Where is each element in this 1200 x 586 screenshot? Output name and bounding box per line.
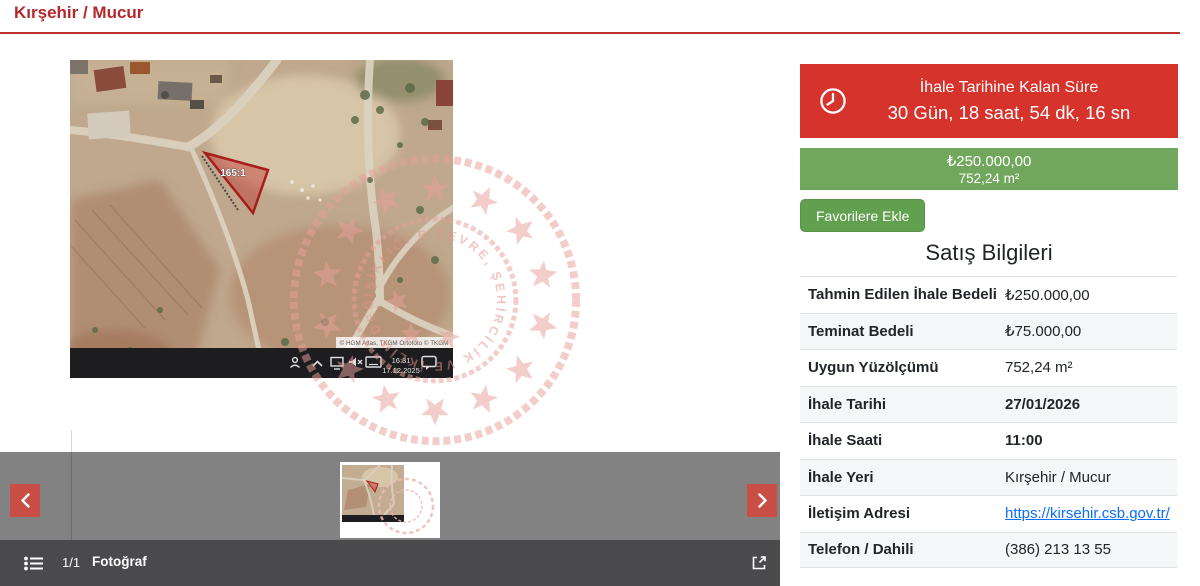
taskbar-date: 17.12.2025	[382, 366, 420, 375]
sale-info-heading: Satış Bilgileri	[925, 240, 1053, 265]
row-label: Uygun Yüzölçümü	[808, 359, 939, 377]
countdown-title: İhale Tarihine Kalan Süre	[919, 78, 1099, 96]
aerial-photo: 165:1 © HGM Atlas, TKGM Ortofoto © TKGM …	[55, 55, 457, 390]
photo-counter: 1/1	[62, 555, 81, 570]
countdown-banner: İhale Tarihine Kalan Süre 30 Gün, 18 saa…	[800, 64, 1178, 138]
row-value: 27/01/2026	[1005, 395, 1081, 413]
clock-icon	[820, 88, 846, 114]
page-title: Kırşehir / Mucur	[14, 3, 144, 22]
table-row: Tahmin Edilen İhale Bedeli ₺250.000,00	[800, 276, 1177, 313]
row-label: Tahmin Edilen İhale Bedeli	[808, 286, 997, 304]
gallery-toolbar: 1/1 Fotoğraf	[0, 540, 780, 586]
photo-type-label: Fotoğraf	[92, 554, 147, 569]
row-label: İhale Saati	[808, 432, 883, 450]
gallery-main-photo[interactable]: 165:1 © HGM Atlas, TKGM Ortofoto © TKGM …	[55, 55, 457, 390]
thumbnail-image	[340, 462, 440, 538]
table-row: İhale Tarihi 27/01/2026	[800, 385, 1177, 422]
thumbnail-list-icon[interactable]	[24, 556, 44, 571]
row-value: (386) 213 13 55	[1005, 541, 1111, 559]
map-attribution: © HGM Atlas, TKGM Ortofoto © TKGM	[340, 339, 449, 347]
gallery-prev-button[interactable]	[10, 484, 40, 517]
contact-link[interactable]: https://kirsehir.csb.gov.tr/	[1005, 505, 1170, 522]
table-row: Telefon / Dahili (386) 213 13 55	[800, 531, 1177, 568]
area-value: 752,24 m²	[958, 171, 1020, 186]
row-value: 752,24 m²	[1005, 359, 1073, 377]
row-label: İletişim Adresi	[808, 505, 910, 523]
title-divider	[0, 32, 1180, 34]
chevron-left-icon	[20, 493, 30, 508]
row-label: İhale Tarihi	[808, 395, 887, 413]
sale-info-table: Tahmin Edilen İhale Bedeli ₺250.000,00 T…	[800, 276, 1177, 568]
gallery-next-button[interactable]	[747, 484, 777, 517]
row-value: Kırşehir / Mucur	[1005, 468, 1111, 486]
row-value: ₺75.000,00	[1005, 323, 1082, 341]
row-label: Telefon / Dahili	[808, 541, 914, 559]
stage-edge-line	[71, 430, 72, 540]
table-row: İhale Yeri Kırşehir / Mucur	[800, 458, 1177, 495]
gallery-thumbnail[interactable]	[340, 462, 440, 538]
parcel-label: 165:1	[220, 168, 246, 179]
countdown-remaining: 30 Gün, 18 saat, 54 dk, 16 sn	[887, 101, 1131, 123]
table-row: Uygun Yüzölçümü 752,24 m²	[800, 349, 1177, 386]
chevron-right-icon	[757, 493, 767, 508]
row-value: 11:00	[1005, 432, 1043, 450]
add-to-favorites-button[interactable]: Favorilere Ekle	[800, 199, 926, 232]
taskbar-time: 16:31	[392, 356, 411, 365]
table-row: Teminat Bedeli ₺75.000,00	[800, 312, 1177, 349]
captured-taskbar: 16:31 17.12.2025	[70, 348, 453, 378]
row-value: ₺250.000,00	[1005, 286, 1090, 304]
table-row: İhale Saati 11:00	[800, 422, 1177, 459]
price-banner: ₺250.000,00 752,24 m²	[800, 148, 1178, 190]
row-value: https://kirsehir.csb.gov.tr/	[1005, 505, 1170, 522]
row-label: Teminat Bedeli	[808, 322, 914, 340]
fullscreen-icon[interactable]	[750, 554, 768, 572]
table-row: İletişim Adresi https://kirsehir.csb.gov…	[800, 495, 1177, 532]
row-label: İhale Yeri	[808, 468, 874, 486]
price-value: ₺250.000,00	[946, 153, 1032, 170]
